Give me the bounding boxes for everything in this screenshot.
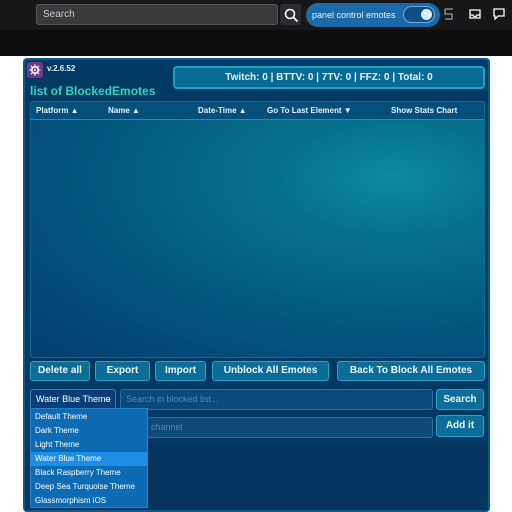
blocked-search-input[interactable]: Search in blocked list... [120, 389, 433, 410]
add-it-button[interactable]: Add it [436, 415, 484, 437]
theme-option[interactable]: Default Theme [31, 410, 147, 424]
column-platform[interactable]: Platform ▲ [36, 106, 79, 115]
theme-option[interactable]: Light Theme [31, 438, 147, 452]
search-input[interactable]: Search [36, 4, 278, 25]
toggle-switch[interactable] [403, 6, 435, 23]
export-button[interactable]: Export [95, 361, 150, 381]
chevron-down-icon: ⌵ [104, 395, 111, 404]
blocked-emotes-table: Platform ▲ Name ▲ Date-Time ▲ Go To Last… [30, 101, 485, 358]
gear-icon [29, 64, 41, 76]
blocked-search-button[interactable]: Search [436, 389, 484, 410]
theme-option-selected[interactable]: Water Blue Theme [31, 452, 147, 466]
column-go-to-last[interactable]: Go To Last Element ▼ [267, 106, 352, 115]
unblock-all-button[interactable]: Unblock All Emotes [212, 361, 329, 381]
theme-option[interactable]: Black Raspberry Theme [31, 466, 147, 480]
back-to-block-button[interactable]: Back To Block All Emotes [337, 361, 485, 381]
search-button[interactable] [280, 4, 301, 25]
theme-select-value: Water Blue Theme [36, 394, 111, 404]
top-navbar-shadow [0, 30, 512, 56]
add-channel-input[interactable]: o add channel [120, 417, 433, 438]
theme-option[interactable]: Glassmorphism iOS [31, 494, 147, 508]
inbox-icon[interactable] [469, 8, 481, 20]
import-button[interactable]: Import [155, 361, 206, 381]
chat-icon[interactable] [493, 8, 505, 20]
emote-counter: Twitch: 0 | BTTV: 0 | 7TV: 0 | FFZ: 0 | … [173, 66, 485, 89]
delete-all-button[interactable]: Delete all [30, 361, 90, 381]
slashed-icon[interactable] [443, 8, 455, 20]
table-header: Platform ▲ Name ▲ Date-Time ▲ Go To Last… [31, 102, 484, 120]
column-stats-chart[interactable]: Show Stats Chart [391, 106, 457, 115]
column-name[interactable]: Name ▲ [108, 106, 140, 115]
version-label: v.2.6.52 [47, 64, 76, 73]
theme-option[interactable]: Dark Theme [31, 424, 147, 438]
theme-select[interactable]: Water Blue Theme ⌵ [30, 389, 116, 410]
panel-title: list of BlockedEmotes [30, 84, 156, 98]
theme-dropdown-list: Default Theme Dark Theme Light Theme Wat… [30, 408, 148, 508]
search-icon [284, 8, 298, 22]
toggle-knob [421, 9, 432, 20]
toggle-label: panel control emotes [312, 10, 396, 20]
settings-button[interactable] [27, 62, 43, 78]
column-date-time[interactable]: Date-Time ▲ [198, 106, 247, 115]
theme-option[interactable]: Deep Sea Turquoise Theme [31, 480, 147, 494]
